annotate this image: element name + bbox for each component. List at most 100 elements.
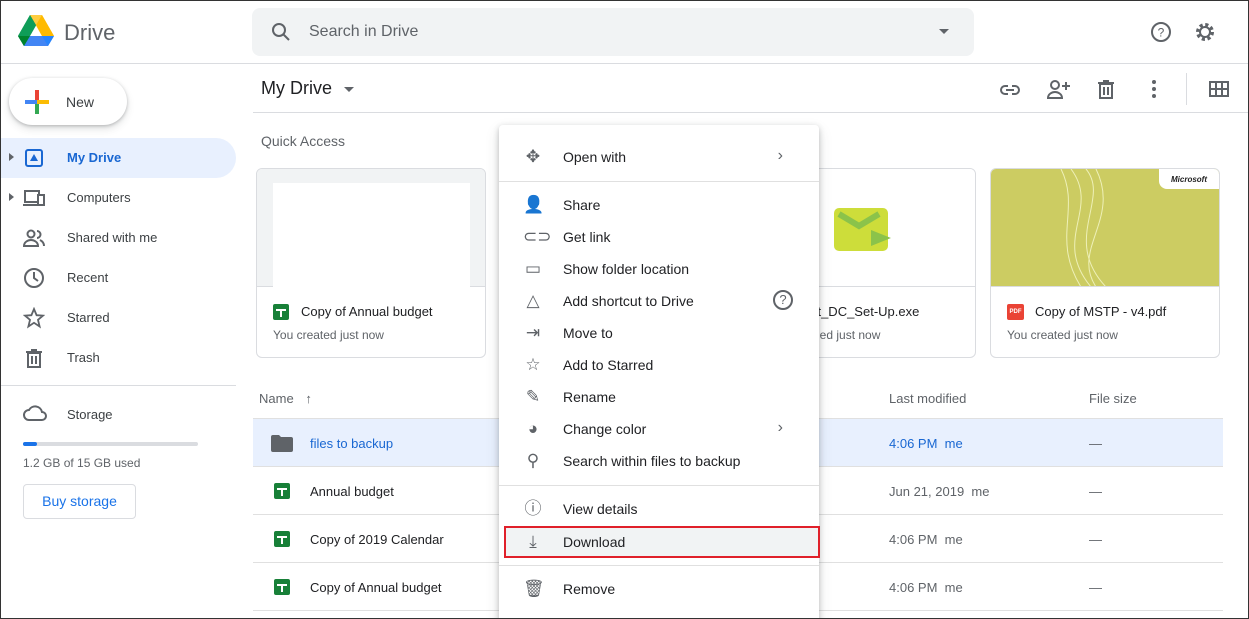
menu-item-add-to-starred[interactable]: ☆ Add to Starred [499,349,819,381]
sheets-icon [273,304,289,320]
drive-icon [25,149,43,167]
menu-item-label: Rename [563,389,616,405]
menu-item-label: Search within files to backup [563,453,741,469]
microsoft-logo-text: Microsoft [1171,175,1207,184]
remove-icon[interactable] [1095,78,1117,100]
storage-label[interactable]: Storage [67,407,113,422]
modified-by: me [944,580,963,595]
expand-arrow-icon[interactable] [9,193,18,201]
quick-access-card[interactable]: Copy of Annual budget You created just n… [256,168,486,358]
modified-by: me [944,532,963,547]
expand-arrow-icon[interactable] [9,153,18,161]
menu-item-label: Share [563,197,601,213]
menu-item-download[interactable]: ⤓ Download [504,526,820,558]
menu-item-open-with[interactable]: ✥ Open with › [499,141,819,173]
file-size: — [1089,580,1102,595]
chevron-right-icon: › [777,419,783,436]
sidebar-item-trash[interactable]: Trash [1,338,236,378]
help-icon[interactable]: ? [1150,21,1172,43]
app-name: Drive [64,20,116,45]
buy-storage-button[interactable]: Buy storage [23,484,136,519]
search-options-icon[interactable] [939,29,949,39]
card-name: Copy of Annual budget [301,304,433,319]
add-person-icon: 👤 [523,195,545,214]
menu-item-move-to[interactable]: ⇥ Move to [499,317,819,349]
storage-used-text: 1.2 GB of 15 GB used [23,456,141,470]
file-size: — [1089,484,1102,499]
menu-item-label: Move to [563,325,613,341]
quick-access-card[interactable]: Microsoft PDF Copy of MSTP - v4.pdf You … [990,168,1220,358]
file-size: — [1089,436,1102,451]
menu-item-show-folder-location[interactable]: ▭ Show folder location [499,253,819,285]
sidebar-item-recent[interactable]: Recent [1,258,236,298]
menu-item-add-shortcut[interactable]: △ Add shortcut to Drive? [499,285,819,317]
clock-icon [24,268,44,288]
menu-item-label: Get link [563,229,611,245]
sheets-icon [274,531,290,547]
sidebar-item-starred[interactable]: Starred [1,298,236,338]
menu-item-share[interactable]: 👤 Share [499,189,819,221]
modified-time: 4:06 PM [889,532,938,547]
last-modified: 4:06 PM me [889,436,963,451]
menu-item-change-color[interactable]: ◕ Change color › [499,413,819,445]
search-icon: ⚲ [526,451,540,470]
modified-by: me [944,436,963,451]
page-title[interactable]: My Drive [261,78,332,99]
column-name[interactable]: Name ↑ [259,391,312,406]
search-input[interactable]: Search in Drive [252,8,974,56]
sidebar-item-label: My Drive [67,150,122,165]
settings-gear-icon[interactable] [1194,21,1216,43]
sidebar-item-label: Computers [67,190,131,205]
card-subtitle: You created just now [273,328,384,342]
svg-text:?: ? [1158,26,1165,40]
share-icon[interactable] [1046,78,1070,100]
search-icon[interactable] [271,22,291,42]
header: Drive Search in Drive ? [1,1,1248,64]
search-placeholder: Search in Drive [309,23,419,40]
last-modified: 4:06 PM me [889,532,963,547]
move-arrows-icon: ✥ [525,147,541,166]
menu-item-search-within[interactable]: ⚲ Search within files to backup [499,445,819,477]
sidebar-item-computers[interactable]: Computers [1,178,236,218]
menu-item-label: Remove [563,581,616,597]
sidebar-item-my-drive[interactable]: My Drive [1,138,236,178]
menu-item-view-details[interactable]: ⓘ View details [499,493,819,525]
card-subtitle: ded just now [813,328,881,342]
grid-view-icon[interactable] [1208,79,1230,99]
sidebar-item-shared-with-me[interactable]: Shared with me [1,218,236,258]
menu-item-label: Add to Starred [563,357,654,373]
sort-arrow-up-icon[interactable]: ↑ [305,391,312,406]
menu-item-label: Add shortcut to Drive [563,293,694,309]
move-to-folder-icon: ⇥ [525,323,541,342]
cloud-icon [23,405,47,421]
help-icon[interactable]: ? [773,290,793,310]
storage-bar-fill [23,442,37,446]
column-last-modified[interactable]: Last modified [889,391,966,406]
file-name: files to backup [310,436,394,451]
menu-item-remove[interactable]: 🗑 Remove [499,573,819,605]
context-menu: ✥ Open with › 👤 Share ⊂⊃ Get link ▭ Show fold… [499,125,820,618]
menu-item-label: Change color [563,421,647,437]
menu-item-label: Show folder location [563,261,690,277]
sheets-icon [274,483,290,499]
menu-item-get-link[interactable]: ⊂⊃ Get link [499,221,819,253]
card-name: Copy of MSTP - v4.pdf [1035,304,1167,319]
quick-access-label: Quick Access [261,133,346,149]
more-options-icon[interactable] [1143,78,1165,100]
pdf-icon: PDF [1007,304,1024,320]
last-modified: Jun 21, 2019 me [889,484,989,499]
thumb-wave-graphic [1060,169,1106,286]
star-icon [23,307,45,329]
trash-icon [26,349,42,368]
palette-icon: ◕ [527,419,539,438]
menu-item-label: View details [563,501,638,517]
menu-item-rename[interactable]: ✎ Rename [499,381,819,413]
column-file-size[interactable]: File size [1089,391,1137,406]
title-dropdown-icon[interactable] [344,87,354,97]
modified-time: 4:06 PM [889,580,938,595]
last-modified: 4:06 PM me [889,580,963,595]
new-button[interactable]: New [9,78,127,125]
drive-window: Drive Search in Drive ? New My Drive Com… [0,0,1249,619]
menu-divider [499,181,819,182]
get-link-icon[interactable] [999,79,1021,101]
